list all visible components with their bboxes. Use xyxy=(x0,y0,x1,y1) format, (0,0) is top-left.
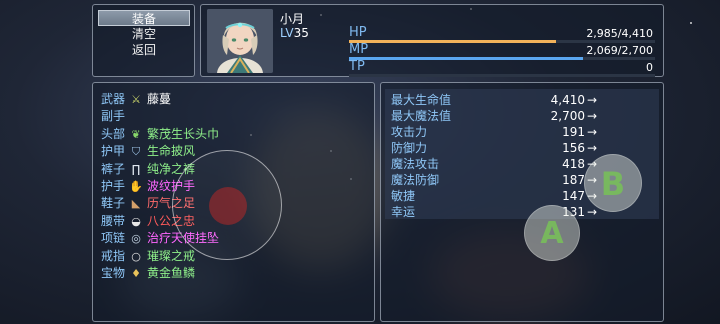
command-back[interactable]: 返回 xyxy=(98,42,190,58)
cloak-icon: ⛉ xyxy=(131,145,141,159)
equipment-slot-label: 宝物 xyxy=(101,266,126,280)
equipment-item-name: 璀璨之戒 xyxy=(147,248,196,263)
equipment-slot-label: 武器 xyxy=(101,92,126,106)
command-menu: 装备 清空 返回 xyxy=(92,4,195,77)
mp-value: 2,069/2,700 xyxy=(586,44,653,57)
command-clear[interactable]: 清空 xyxy=(98,26,190,42)
equipment-row[interactable]: 宝物 ♦ 黄金鱼鳞 xyxy=(101,265,371,282)
parameter-value: 147 xyxy=(562,189,585,203)
virtual-a-button[interactable]: A xyxy=(524,205,580,261)
equipment-item-name: 藤蔓 xyxy=(147,92,172,106)
hp-value: 2,985/4,410 xyxy=(586,27,653,40)
equipment-row[interactable]: 头部 ❦ 繁茂生长头巾 xyxy=(101,126,371,143)
hp-label: HP xyxy=(349,25,367,40)
arrow-right-icon: → xyxy=(586,93,597,107)
equipment-slot-label: 护手 xyxy=(101,179,126,193)
actor-level: LV35 xyxy=(280,26,309,40)
level-value: 35 xyxy=(293,26,309,40)
necklace-icon: ◎ xyxy=(131,232,141,246)
treasure-icon: ♦ xyxy=(131,267,141,280)
parameter-label: 幸运 xyxy=(391,205,416,219)
leaf-icon: ❦ xyxy=(131,127,141,141)
mp-label: MP xyxy=(349,42,369,57)
equipment-slot-label: 腰带 xyxy=(101,213,126,228)
equipment-item-name: 生命披风 xyxy=(147,144,196,159)
equipment-item-name: 繁茂生长头巾 xyxy=(147,126,220,141)
mp-gauge xyxy=(349,57,655,60)
hp-gauge xyxy=(349,40,655,43)
equipment-slot-label: 副手 xyxy=(101,109,126,124)
parameter-label: 魔法防御 xyxy=(391,173,440,187)
parameter-label: 魔法攻击 xyxy=(391,157,440,171)
joystick-knob[interactable] xyxy=(209,187,247,225)
parameter-value: 156 xyxy=(562,141,585,155)
tp-value: 0 xyxy=(646,61,653,74)
parameter-label: 防御力 xyxy=(391,141,428,155)
mp-gauge-fill xyxy=(349,57,584,60)
equipment-slot-label: 项链 xyxy=(101,231,126,246)
hp-gauge-fill xyxy=(349,40,557,43)
parameter-value: 4,410 xyxy=(550,93,585,107)
parameter-value: 418 xyxy=(562,157,585,171)
parameter-value: 187 xyxy=(562,173,585,187)
equipment-slot-label: 头部 xyxy=(101,126,126,141)
equipment-slot-label: 护甲 xyxy=(101,144,126,159)
virtual-b-button[interactable]: B xyxy=(584,154,642,212)
parameter-label: 敏捷 xyxy=(391,189,416,203)
level-prefix: LV xyxy=(280,26,294,40)
tp-gauge xyxy=(349,74,655,77)
arrow-right-icon: → xyxy=(586,109,597,123)
equipment-row[interactable]: 副手 xyxy=(101,108,371,125)
virtual-joystick[interactable] xyxy=(172,150,282,260)
belt-icon: ◒ xyxy=(131,214,141,228)
equipment-slot-label: 鞋子 xyxy=(101,196,126,211)
portrait-art-icon xyxy=(207,9,273,73)
parameter-value: 2,700 xyxy=(550,109,585,123)
arrow-right-icon: → xyxy=(586,141,597,155)
actor-portrait xyxy=(207,9,273,73)
gauntlet-icon: ✋ xyxy=(129,180,143,193)
equipment-slot-label: 裤子 xyxy=(101,161,126,176)
parameter-value: 191 xyxy=(562,125,585,139)
sword-icon: ⚔ xyxy=(131,93,141,106)
ring-icon: ○ xyxy=(131,249,141,263)
parameter-row: 攻击力 191 → xyxy=(391,124,653,141)
arrow-right-icon: → xyxy=(586,125,597,139)
equipment-item-name: 黄金鱼鳞 xyxy=(147,266,196,280)
parameter-row: 最大生命值 4,410 → xyxy=(391,92,653,109)
command-equip[interactable]: 装备 xyxy=(98,10,190,26)
parameter-label: 最大魔法值 xyxy=(391,109,452,123)
equipment-row[interactable]: 武器 ⚔ 藤蔓 xyxy=(101,91,371,108)
pants-icon: ∏ xyxy=(131,162,141,176)
parameter-row: 最大魔法值 2,700 → xyxy=(391,108,653,125)
tp-label: TP xyxy=(349,59,365,74)
parameter-label: 攻击力 xyxy=(391,125,428,139)
equipment-slot-label: 戒指 xyxy=(101,248,126,263)
actor-status-window: 小月 LV35 HP 2,985/4,410 MP 2,069/2,700 TP… xyxy=(200,4,664,77)
actor-name: 小月 xyxy=(280,12,305,26)
boot-icon: ◣ xyxy=(131,197,141,211)
parameter-label: 最大生命值 xyxy=(391,93,452,107)
